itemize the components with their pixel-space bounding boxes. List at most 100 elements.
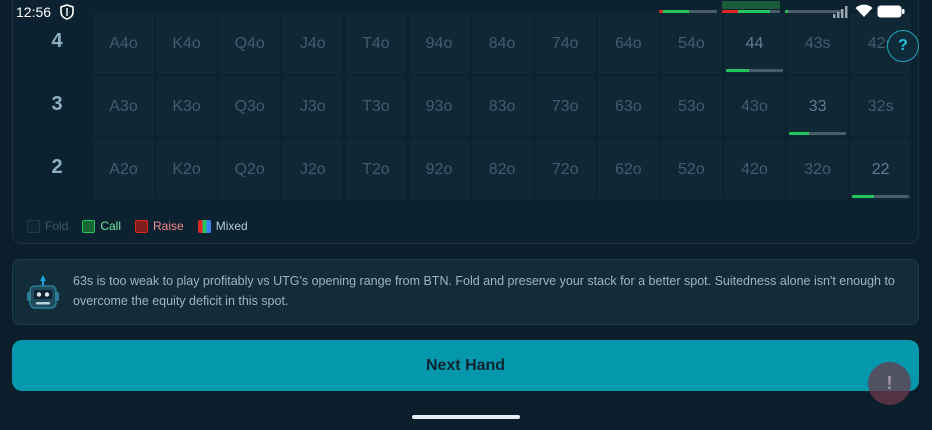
- legend-raise-label: Raise: [153, 219, 184, 233]
- hand-label: T4o: [362, 34, 390, 52]
- explanation-card: 63s is too weak to play profitably vs UT…: [12, 259, 919, 325]
- hand-label: 53o: [678, 97, 705, 115]
- legend-mixed-label: Mixed: [215, 219, 248, 233]
- hand-cell[interactable]: 52o: [660, 139, 722, 200]
- mixed-swatch: [197, 219, 211, 233]
- hand-cell[interactable]: Q2o: [219, 139, 281, 200]
- hand-cell[interactable]: A3o: [93, 76, 154, 137]
- legend-fold-label: Fold: [45, 219, 69, 233]
- hand-cell[interactable]: 43o: [724, 76, 785, 137]
- hand-cell[interactable]: 82o: [471, 139, 533, 200]
- hand-cell[interactable]: 53o: [660, 76, 722, 137]
- hand-label: Q3o: [234, 97, 265, 115]
- fold-swatch: [27, 219, 40, 233]
- hand-label: 62o: [614, 160, 642, 178]
- hand-label: 94o: [425, 34, 453, 52]
- legend-mixed: Mixed: [197, 218, 248, 234]
- status-bar: 12:56: [0, 0, 932, 24]
- hand-cell[interactable]: T2o: [345, 139, 407, 200]
- frequency-bar: [726, 69, 783, 72]
- hand-cell[interactable]: J2o: [282, 139, 344, 200]
- hand-cell[interactable]: Q3o: [219, 76, 281, 137]
- hand-label: 74o: [551, 34, 579, 52]
- hand-label: A2o: [109, 160, 138, 178]
- hand-label: 32s: [867, 97, 894, 115]
- hand-label: 33: [808, 97, 827, 115]
- hand-label: 42o: [741, 160, 768, 178]
- hand-cell[interactable]: 63o: [597, 76, 659, 137]
- clock: 12:56: [16, 4, 52, 20]
- hand-cell[interactable]: 83o: [471, 76, 533, 137]
- call-frequency-fill: [789, 132, 810, 135]
- hand-label: 52o: [678, 160, 705, 178]
- hand-label: J2o: [299, 160, 326, 178]
- grid-body: 4 A4o K4o Q4o J4o T4o 94o 84o 74o 64o 54o 44 43s 42s 3…: [37, 0, 919, 201]
- feedback-button[interactable]: !: [868, 362, 911, 405]
- hand-label: 43o: [741, 97, 768, 115]
- hand-label: 44: [745, 34, 764, 52]
- legend: Fold Call Raise Mixed: [27, 218, 248, 234]
- legend-raise: Raise: [135, 218, 184, 234]
- hand-cell[interactable]: T3o: [345, 76, 407, 137]
- hand-cell[interactable]: 92o: [408, 139, 470, 200]
- hand-cell[interactable]: 32s: [850, 76, 912, 137]
- hand-label: Q4o: [234, 34, 265, 52]
- hand-label: 22: [871, 160, 890, 178]
- hand-label: 64o: [614, 34, 642, 52]
- battery-icon: [877, 5, 905, 18]
- hand-label: 72o: [551, 160, 579, 178]
- robot-icon: [27, 275, 59, 309]
- row-label: 4: [51, 30, 63, 52]
- shield-icon: [60, 4, 74, 20]
- hand-label: T2o: [362, 160, 390, 178]
- hand-cell[interactable]: 42o: [724, 139, 785, 200]
- hand-cell[interactable]: K3o: [156, 76, 218, 137]
- hand-label: K4o: [172, 34, 201, 52]
- row-label: 2: [51, 156, 63, 178]
- frequency-bar: [852, 195, 910, 198]
- hand-range-grid: 4 A4o K4o Q4o J4o T4o 94o 84o 74o 64o 54o 44 43s 42s 3…: [12, 0, 919, 244]
- signal-icon: [833, 6, 848, 18]
- row-label: 3: [51, 93, 63, 115]
- hand-label: 82o: [488, 160, 516, 178]
- hand-label: 32o: [804, 160, 831, 178]
- hand-label: 54o: [678, 34, 705, 52]
- hand-label: 84o: [488, 34, 516, 52]
- hand-cell[interactable]: 22: [850, 139, 912, 200]
- hand-label: J4o: [299, 34, 326, 52]
- help-button[interactable]: ?: [887, 30, 919, 62]
- hand-cell[interactable]: 73o: [534, 76, 596, 137]
- hand-cell[interactable]: 33: [787, 76, 849, 137]
- hand-label: 63o: [614, 97, 642, 115]
- legend-fold: Fold: [27, 218, 68, 234]
- hand-label: 92o: [425, 160, 453, 178]
- hand-cell[interactable]: A2o: [93, 139, 154, 200]
- raise-swatch: [135, 219, 149, 233]
- hand-cell[interactable]: 72o: [534, 139, 596, 200]
- explanation-text: 63s is too weak to play profitably vs UT…: [73, 274, 895, 308]
- hand-cell[interactable]: 32o: [787, 139, 849, 200]
- hand-label: T3o: [362, 97, 390, 115]
- legend-call-label: Call: [100, 219, 122, 233]
- home-indicator[interactable]: [412, 415, 520, 419]
- next-hand-button[interactable]: Next Hand: [12, 340, 919, 391]
- hand-label: 43s: [804, 34, 831, 52]
- hand-label: 73o: [551, 97, 579, 115]
- hand-cell[interactable]: J3o: [282, 76, 344, 137]
- legend-call: Call: [82, 218, 121, 234]
- hand-label: Q2o: [234, 160, 265, 178]
- frequency-bar: [789, 132, 847, 135]
- hand-label: A4o: [109, 34, 138, 52]
- hand-label: K3o: [172, 97, 201, 115]
- hand-label: J3o: [299, 97, 326, 115]
- call-frequency-fill: [726, 69, 749, 72]
- hand-cell[interactable]: 62o: [597, 139, 659, 200]
- call-frequency-fill: [852, 195, 874, 198]
- hand-cell[interactable]: K2o: [156, 139, 218, 200]
- hand-label: 83o: [488, 97, 516, 115]
- hand-label: A3o: [109, 97, 138, 115]
- hand-label: 93o: [425, 97, 453, 115]
- call-swatch: [82, 219, 96, 233]
- hand-cell[interactable]: 93o: [408, 76, 470, 137]
- wifi-icon: [855, 4, 873, 17]
